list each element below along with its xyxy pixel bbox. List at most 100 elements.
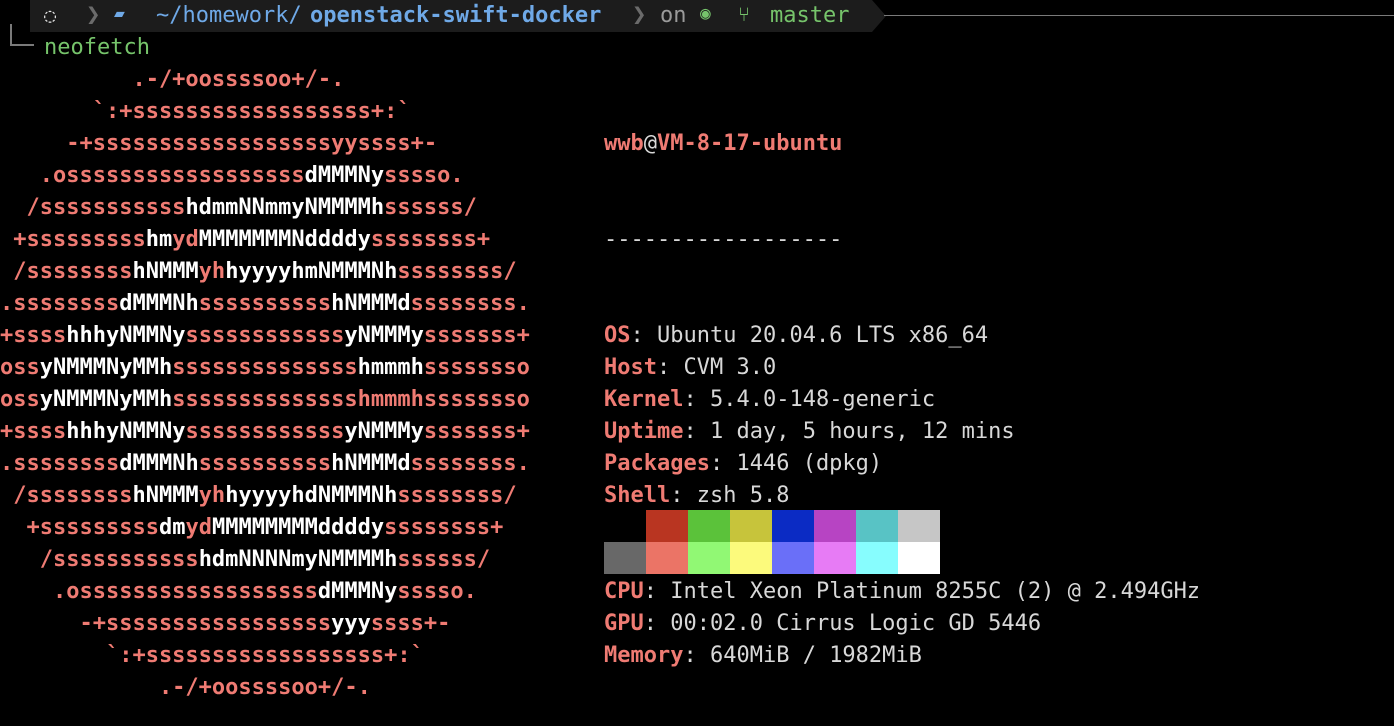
logo-segment: dMMMNy — [304, 163, 385, 188]
command-text: neofetch — [44, 35, 150, 60]
info-value: Intel Xeon Platinum 8255C (2) @ 2.494GHz — [670, 579, 1201, 604]
prompt-corner — [10, 24, 34, 46]
folder-icon: ▰ — [114, 3, 125, 24]
info-key: Memory — [604, 643, 684, 668]
info-row: Packages: 1446 (dpkg) — [604, 448, 1200, 480]
info-value: zsh 5.8 — [696, 483, 790, 508]
logo-segment: hNMMMd — [331, 451, 411, 476]
logo-line: -+ssssssssssssssssssyyssss+- — [0, 128, 530, 160]
username: wwb — [604, 131, 644, 156]
at-sign: @ — [643, 131, 657, 156]
logo-segment: sssso. — [397, 579, 477, 604]
info-colon: : — [643, 611, 671, 636]
logo-line: .ssssssssdMMMNhsssssssssshNMMMdssssssss. — [0, 448, 530, 480]
logo-line: /ssssssssssshdmNNNNmyNMMMMhssssss/ — [0, 544, 530, 576]
logo-segment: yNMMMy — [344, 419, 424, 444]
logo-segment: ssssssssssssss — [172, 355, 358, 380]
git-branch: master — [770, 3, 850, 28]
info-fields: OS: Ubuntu 20.04.6 LTS x86_64 Host: CVM 3… — [604, 320, 1200, 672]
info-value: 5.4.0-148-generic — [709, 387, 936, 412]
info-key: Packages — [604, 451, 710, 476]
info-colon: : — [643, 579, 671, 604]
logo-line: /ssssssssssshdmmNNmmyNMMMMhssssss/ — [0, 192, 530, 224]
logo-segment: +sssssssss — [0, 515, 159, 540]
info-value: Ubuntu 20.04.6 LTS x86_64 — [657, 323, 989, 348]
logo-line: .-/+oossssoo+/-. — [0, 64, 530, 96]
palette-swatch — [856, 510, 898, 542]
logo-segment: oss — [0, 387, 40, 412]
palette-swatch — [646, 542, 688, 574]
logo-segment: ssssssss/ — [397, 483, 517, 508]
info-colon: : — [683, 419, 710, 444]
logo-line: `:+ssssssssssssssssss+:` — [0, 96, 530, 128]
palette-swatch — [730, 510, 772, 542]
logo-segment: /sssssssssss — [0, 547, 199, 572]
palette-swatch — [856, 542, 898, 574]
logo-segment: hhhyNMMNy — [66, 323, 186, 348]
logo-line: .ossssssssssssssssssdMMMNysssso. — [0, 576, 530, 608]
palette-swatch — [772, 542, 814, 574]
info-key: CPU — [604, 579, 644, 604]
logo-segment: hNMMM — [132, 483, 199, 508]
info-row: Kernel: 5.4.0-148-generic — [604, 384, 1200, 416]
logo-segment: ssssss/ — [397, 547, 491, 572]
info-key: OS — [604, 323, 631, 348]
logo-segment: ssss+- — [370, 611, 451, 636]
palette-swatch — [604, 510, 646, 542]
palette-swatch — [898, 510, 940, 542]
logo-segment: ssssssss/ — [397, 259, 517, 284]
logo-segment: /ssssssss — [0, 483, 133, 508]
logo-segment: .ssssssss — [0, 291, 120, 316]
info-key: GPU — [604, 611, 644, 636]
palette-swatch — [646, 510, 688, 542]
palette-swatch — [898, 542, 940, 574]
logo-segment: yd — [172, 227, 199, 252]
logo-segment: ssssssss+ — [384, 515, 504, 540]
logo-segment: yNMMMNyMMh — [39, 387, 173, 412]
logo-segment: -+ssssssssssssssssssyyssss+- — [0, 131, 438, 156]
logo-segment: hyyyyhdNMMMNh — [225, 483, 398, 508]
logo-segment: ssssssssssss — [185, 323, 345, 348]
os-segment: ◌ — [30, 0, 86, 32]
logo-line: +sssssssssdmydMMMMMMMMddddyssssssss+ — [0, 512, 530, 544]
info-value: CVM 3.0 — [683, 355, 777, 380]
logo-segment: ssssssss. — [410, 451, 530, 476]
logo-line: .-/+oossssoo+/-. — [0, 672, 530, 704]
info-colon: : — [683, 643, 710, 668]
logo-segment: +sssssssss — [0, 227, 146, 252]
palette-swatch — [688, 510, 730, 542]
info-key: Host — [604, 355, 657, 380]
logo-line: /sssssssshNMMMyhhyyyyhmNMMMNhssssssss/ — [0, 256, 530, 288]
logo-segment: .ossssssssssssssssss — [0, 163, 305, 188]
info-row: Shell: zsh 5.8 — [604, 480, 1200, 512]
logo-line: -+sssssssssssssssssyyyssss+- — [0, 608, 530, 640]
info-row: Memory: 640MiB / 1982MiB — [604, 640, 1200, 672]
info-colon: : — [670, 483, 697, 508]
logo-segment: /sssssssssss — [0, 195, 186, 220]
palette-swatch — [814, 542, 856, 574]
info-value: 00:02.0 Cirrus Logic GD 5446 — [670, 611, 1042, 636]
logo-segment: dMMMNh — [119, 451, 199, 476]
cwd-dir: openstack-swift-docker — [310, 3, 602, 28]
logo-segment: oss — [0, 355, 40, 380]
info-colon: : — [656, 355, 684, 380]
logo-segment: -+sssssssssssssssss — [0, 611, 332, 636]
info-row: OS: Ubuntu 20.04.6 LTS x86_64 — [604, 320, 1200, 352]
on-label: on — [660, 3, 687, 28]
logo-segment: hmmmh — [357, 355, 424, 380]
info-colon: : — [630, 323, 657, 348]
info-value: 640MiB / 1982MiB — [709, 643, 922, 668]
logo-segment: ssssssssssssss — [172, 387, 358, 412]
logo-line: ossyNMMMNyMMhsssssssssssssshmmmhssssssso — [0, 352, 530, 384]
palette-swatch — [604, 542, 646, 574]
segment-separator — [872, 0, 886, 32]
prompt-rule — [884, 15, 1394, 16]
logo-segment: dm — [158, 515, 186, 540]
logo-segment: +ssss — [0, 419, 67, 444]
hostname: VM-8-17-ubuntu — [657, 131, 843, 156]
info-row: GPU: 00:02.0 Cirrus Logic GD 5446 — [604, 608, 1200, 640]
logo-segment: yNMMMy — [344, 323, 424, 348]
logo-segment: .ossssssssssssssssss — [0, 579, 318, 604]
cwd-prefix: ~/homework/ — [156, 3, 302, 28]
logo-segment: MMMMMMMNddddy — [198, 227, 371, 252]
